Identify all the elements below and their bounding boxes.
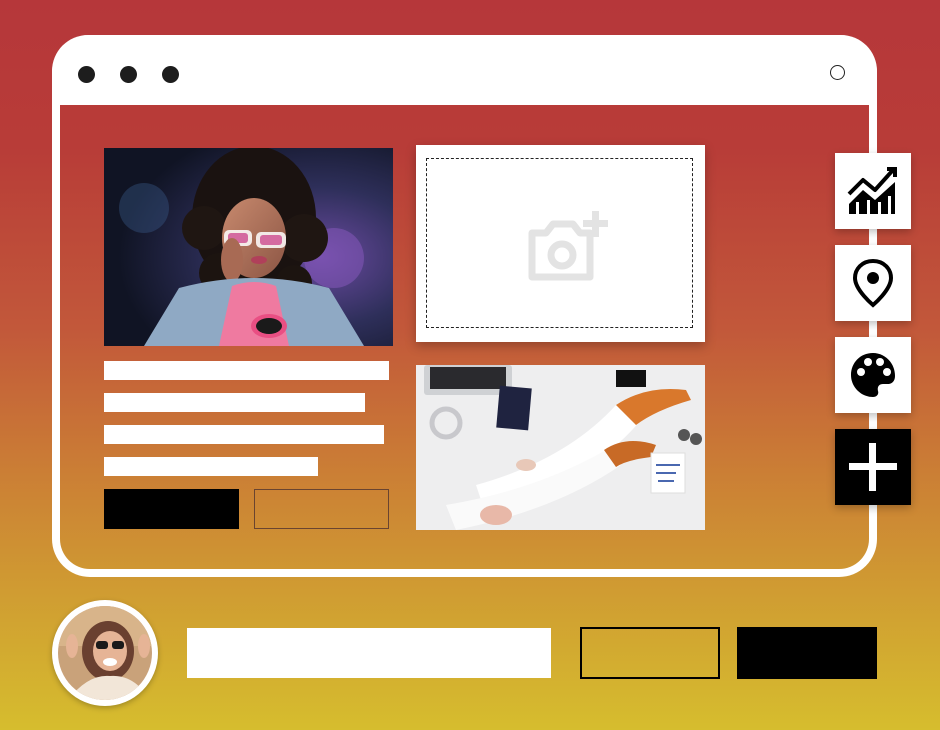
text-line bbox=[104, 425, 384, 444]
window-dot-icon[interactable] bbox=[78, 66, 95, 83]
secondary-button[interactable] bbox=[254, 489, 389, 529]
avatar[interactable] bbox=[52, 600, 158, 706]
plus-icon bbox=[849, 443, 897, 491]
outline-button[interactable] bbox=[580, 627, 720, 679]
window-circle-button[interactable] bbox=[830, 65, 845, 80]
add-tool-button[interactable] bbox=[835, 429, 911, 505]
image-upload-area[interactable] bbox=[416, 145, 705, 342]
location-tool-button[interactable] bbox=[835, 245, 911, 321]
text-input-field[interactable] bbox=[187, 628, 551, 678]
map-pin-icon bbox=[852, 258, 894, 308]
chart-icon bbox=[847, 167, 897, 214]
camera-plus-icon bbox=[528, 211, 608, 281]
primary-button[interactable] bbox=[104, 489, 239, 529]
palette-tool-button[interactable] bbox=[835, 337, 911, 413]
text-line bbox=[104, 457, 318, 476]
text-line bbox=[104, 361, 389, 380]
text-line bbox=[104, 393, 365, 412]
dark-button[interactable] bbox=[737, 627, 877, 679]
feature-photo bbox=[104, 148, 393, 346]
chart-tool-button[interactable] bbox=[835, 153, 911, 229]
window-dot-icon[interactable] bbox=[162, 66, 179, 83]
window-dot-icon[interactable] bbox=[120, 66, 137, 83]
palette-icon bbox=[851, 353, 895, 397]
secondary-photo bbox=[416, 365, 705, 530]
